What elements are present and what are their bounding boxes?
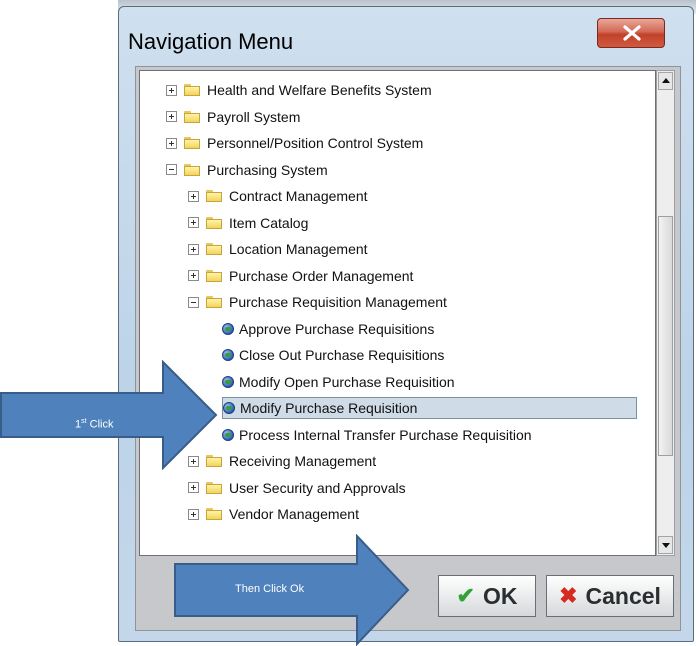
tree-folder-item[interactable]: Item Catalog (188, 212, 308, 234)
tree-item-label: User Security and Approvals (229, 479, 406, 496)
checkmark-icon: ✔ (456, 583, 475, 608)
navigation-tree[interactable]: Health and Welfare Benefits System Payrol… (139, 70, 656, 556)
tree-item-label: Modify Open Purchase Requisition (239, 373, 455, 390)
tree-action-item[interactable]: Close Out Purchase Requisitions (222, 344, 444, 366)
tree-item-label: Approve Purchase Requisitions (239, 320, 435, 337)
tree-item-label: Personnel/Position Control System (207, 135, 424, 151)
tree-item-label: Item Catalog (229, 214, 309, 231)
folder-icon (184, 163, 200, 176)
tree-folder-item[interactable]: Purchase Order Management (188, 265, 413, 287)
tree-folder-item[interactable]: Vendor Management (188, 503, 359, 525)
expand-plus-icon[interactable] (166, 137, 177, 149)
tree-item-label: Purchase Order Management (229, 267, 414, 284)
tree-action-item[interactable]: Modify Purchase Requisition (222, 397, 637, 419)
folder-icon (206, 190, 222, 202)
tree-folder-item[interactable]: Location Management (188, 238, 368, 260)
tree-folder-item[interactable]: Personnel/Position Control System (166, 132, 423, 154)
folder-icon (206, 243, 222, 255)
expand-plus-icon[interactable] (188, 482, 199, 493)
tree-action-item[interactable]: Approve Purchase Requisitions (222, 318, 434, 340)
folder-icon (184, 84, 200, 96)
cancel-button-label: Cancel (585, 582, 661, 609)
tree-folder-item[interactable]: Purchasing System (166, 159, 328, 181)
tree-scrollbar[interactable] (656, 70, 675, 556)
tree-item-label: Close Out Purchase Requisitions (239, 347, 445, 363)
scroll-up-button[interactable] (658, 72, 673, 90)
expand-plus-icon[interactable] (166, 84, 177, 96)
tree-item-label: Vendor Management (229, 506, 359, 522)
tree-folder-item[interactable]: Contract Management (188, 185, 368, 207)
folder-icon (184, 137, 200, 149)
expand-plus-icon[interactable] (188, 243, 199, 255)
collapse-minus-icon[interactable] (188, 296, 199, 308)
tree-folder-item[interactable]: User Security and Approvals (188, 477, 406, 499)
folder-icon (206, 508, 222, 520)
then-click-ok-label: Then Click Ok (235, 583, 305, 595)
tree-item-label: Health and Welfare Benefits System (207, 82, 432, 98)
expand-plus-icon[interactable] (188, 270, 199, 281)
expand-plus-icon[interactable] (188, 190, 199, 202)
tree-folder-item[interactable]: Payroll System (166, 106, 300, 128)
expand-plus-icon[interactable] (166, 111, 177, 122)
first-click-arrow (0, 360, 218, 470)
tree-item-label: Process Internal Transfer Purchase Requi… (239, 426, 532, 443)
tree-item-label: Location Management (229, 241, 368, 257)
folder-icon (206, 296, 222, 308)
tree-action-item[interactable]: Modify Open Purchase Requisition (222, 371, 455, 393)
expand-plus-icon[interactable] (188, 508, 199, 520)
tree-item-label: Payroll System (207, 108, 301, 125)
tree-action-item[interactable]: Process Internal Transfer Purchase Requi… (222, 424, 532, 446)
collapse-minus-icon[interactable] (166, 164, 177, 175)
globe-icon (222, 322, 234, 335)
tree-folder-item[interactable]: Purchase Requisition Management (188, 291, 447, 313)
ok-button-label: OK (482, 582, 518, 609)
globe-icon (222, 375, 234, 388)
close-icon (623, 25, 641, 41)
tree-item-label: Purchasing System (207, 161, 328, 178)
cancel-button[interactable]: ✖ Cancel (546, 575, 674, 617)
expand-plus-icon[interactable] (188, 217, 199, 228)
dialog-title: Navigation Menu (128, 29, 294, 54)
tree-item-label: Contract Management (229, 188, 368, 204)
folder-icon (206, 481, 222, 494)
cancel-x-icon: ✖ (559, 583, 578, 608)
close-button[interactable] (597, 18, 665, 48)
globe-icon (222, 349, 234, 361)
tree-item-label: Receiving Management (229, 453, 377, 469)
first-click-label: 1st Click (75, 418, 114, 431)
globe-icon (222, 428, 234, 441)
scroll-thumb[interactable] (658, 216, 673, 456)
tree-item-label: Purchase Requisition Management (229, 294, 447, 310)
folder-icon (206, 269, 222, 282)
tree-item-label: Modify Purchase Requisition (240, 400, 418, 416)
scroll-down-button[interactable] (658, 536, 673, 554)
tree-folder-item[interactable]: Health and Welfare Benefits System (166, 79, 432, 101)
folder-icon (184, 110, 200, 123)
folder-icon (206, 216, 222, 229)
globe-icon (223, 402, 235, 414)
ok-button[interactable]: ✔ OK (438, 575, 536, 617)
